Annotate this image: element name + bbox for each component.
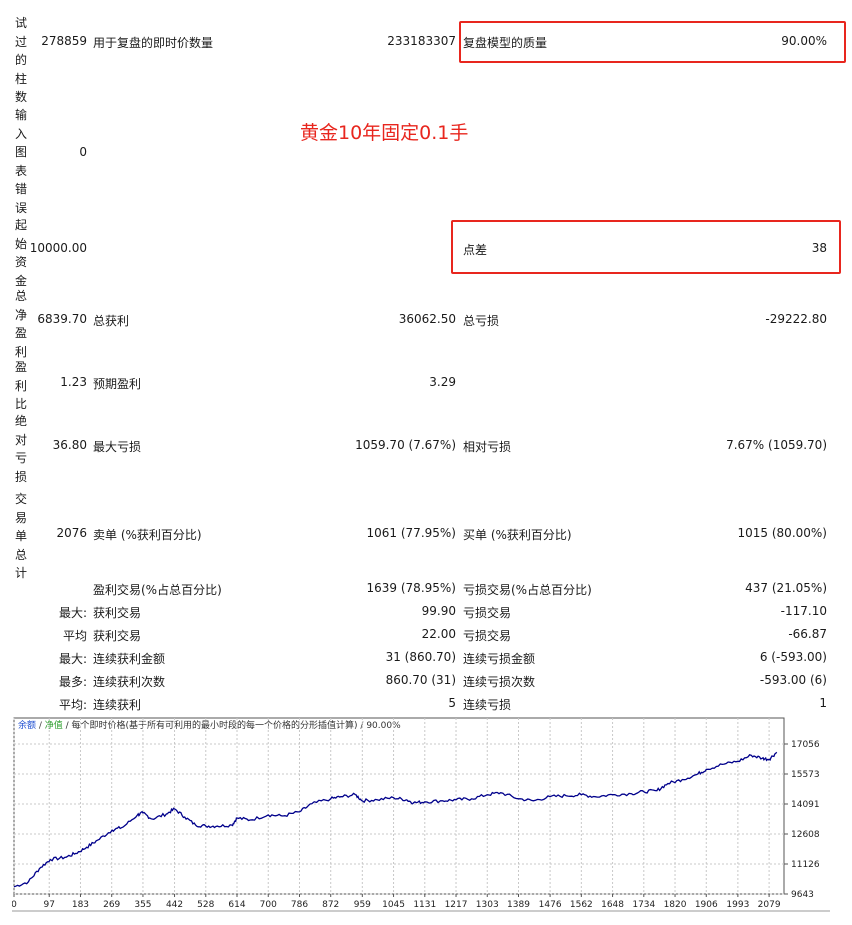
x-tick-label: 1389 xyxy=(507,900,530,910)
y-tick-label: 15573 xyxy=(791,770,820,780)
x-tick-label: 786 xyxy=(291,900,308,910)
mismatched-errors-label: 输入图表错误 xyxy=(14,108,27,215)
x-tick-label: 959 xyxy=(354,900,371,910)
max-consec-loss-count-value: -593.00 (6) xyxy=(759,673,827,687)
avg-consec-wins-label: 连续获利 xyxy=(93,698,142,712)
avg-consec-losses-label: 连续亏损 xyxy=(463,698,512,712)
largest-loss-value: -117.10 xyxy=(780,604,827,618)
x-tick-label: 2079 xyxy=(758,900,781,910)
y-tick-label: 12608 xyxy=(791,830,820,840)
x-tick-label: 872 xyxy=(322,900,339,910)
y-tick-label: 14091 xyxy=(791,800,820,810)
maximal-drawdown-label: 最大亏损 xyxy=(93,440,142,454)
average-loss-label: 亏损交易 xyxy=(463,629,512,643)
loss-trades-label: 亏损交易(%占总百分比) xyxy=(463,583,592,597)
max-consec-wins-amount-label: 连续获利金额 xyxy=(93,652,166,666)
x-tick-label: 1476 xyxy=(539,900,562,910)
mismatched-errors-value: 0 xyxy=(79,145,87,159)
max-consec-losses-amount-value: 6 (-593.00) xyxy=(759,650,827,664)
loss-trades-value: 437 (21.05%) xyxy=(745,581,827,595)
x-tick-label: 1562 xyxy=(570,900,593,910)
initial-deposit-label: 起始资金 xyxy=(14,218,27,288)
bars-tested-value: 278859 xyxy=(41,34,87,48)
profit-factor-value: 1.23 xyxy=(60,375,87,389)
expected-payoff-label: 预期盈利 xyxy=(93,377,142,391)
x-tick-label: 269 xyxy=(103,900,120,910)
spread-value: 38 xyxy=(811,241,827,255)
average-profit-value: 22.00 xyxy=(421,627,456,641)
gross-profit-label: 总获利 xyxy=(93,314,130,328)
total-net-profit-label: 总净盈利 xyxy=(14,289,27,359)
total-net-profit-value: 6839.70 xyxy=(37,312,87,326)
x-tick-label: 1131 xyxy=(413,900,436,910)
y-tick-label: 17056 xyxy=(791,740,820,750)
average-loss-value: -66.87 xyxy=(788,627,827,641)
relative-drawdown-label: 相对亏损 xyxy=(463,440,512,454)
x-tick-label: 700 xyxy=(260,900,277,910)
x-tick-label: 1993 xyxy=(726,900,749,910)
x-tick-label: 1648 xyxy=(601,900,624,910)
max-consec-losses-amount-label: 连续亏损金额 xyxy=(463,652,536,666)
x-tick-label: 442 xyxy=(166,900,183,910)
ticks-modelled-value: 233183307 xyxy=(387,34,456,48)
annotation-title: 黄金10年固定0.1手 xyxy=(300,122,469,144)
profit-trades-label: 盈利交易(%占总百分比) xyxy=(93,583,222,597)
x-tick-label: 1045 xyxy=(382,900,405,910)
bars-tested-label: 试过的柱数 xyxy=(14,16,27,104)
profit-factor-label: 盈利比 xyxy=(14,360,27,411)
largest-loss-label: 亏损交易 xyxy=(463,606,512,620)
x-tick-label: 1217 xyxy=(445,900,468,910)
gross-profit-value: 36062.50 xyxy=(398,312,456,326)
spread-label: 点差 xyxy=(463,243,488,257)
absolute-drawdown-value: 36.80 xyxy=(52,438,87,452)
x-tick-label: 355 xyxy=(134,900,151,910)
modelling-quality-label: 复盘模型的质量 xyxy=(463,36,548,50)
max-consec-prefix: 最大: xyxy=(58,652,87,666)
avg-consec-losses-value: 1 xyxy=(819,696,827,710)
x-tick-label: 1734 xyxy=(632,900,655,910)
x-tick-label: 614 xyxy=(228,900,245,910)
long-positions-value: 1015 (80.00%) xyxy=(737,526,827,540)
gross-loss-label: 总亏损 xyxy=(463,314,500,328)
x-tick-label: 1820 xyxy=(664,900,687,910)
total-trades-value: 2076 xyxy=(56,526,87,540)
x-tick-label: 528 xyxy=(197,900,214,910)
gross-loss-value: -29222.80 xyxy=(765,312,827,326)
avg-consec-wins-value: 5 xyxy=(448,696,456,710)
chart-legend: 余额 / 净值 / 每个即时价格(基于所有可利用的最小时段的每一个价格的分形插值… xyxy=(18,719,401,731)
spread-highlight xyxy=(451,220,841,274)
x-tick-label: 183 xyxy=(72,900,89,910)
largest-prefix: 最大: xyxy=(58,606,87,620)
average-prefix: 平均 xyxy=(62,629,87,643)
most-prefix: 最多: xyxy=(58,675,87,689)
max-consec-profit-count-value: 860.70 (31) xyxy=(385,673,456,687)
largest-profit-value: 99.90 xyxy=(421,604,456,618)
max-consec-loss-count-label: 连续亏损次数 xyxy=(463,675,536,689)
x-tick-label: 1906 xyxy=(695,900,718,910)
x-tick-label: 1303 xyxy=(476,900,499,910)
x-tick-label: 0 xyxy=(12,900,17,910)
balance-chart: 余额 / 净值 / 每个即时价格(基于所有可利用的最小时段的每一个价格的分形插值… xyxy=(12,717,830,912)
maximal-drawdown-value: 1059.70 (7.67%) xyxy=(355,438,456,452)
short-positions-label: 卖单 (%获利百分比) xyxy=(93,528,202,542)
largest-profit-label: 获利交易 xyxy=(93,606,142,620)
short-positions-value: 1061 (77.95%) xyxy=(366,526,456,540)
x-tick-label: 97 xyxy=(44,900,55,910)
modelling-quality-value: 90.00% xyxy=(781,34,827,48)
total-trades-label: 交易单总计 xyxy=(14,492,27,580)
max-consec-profit-count-label: 连续获利次数 xyxy=(93,675,166,689)
expected-payoff-value: 3.29 xyxy=(429,375,456,389)
avg-consec-prefix: 平均: xyxy=(58,698,87,712)
y-tick-label: 11126 xyxy=(791,860,820,870)
profit-trades-value: 1639 (78.95%) xyxy=(366,581,456,595)
long-positions-label: 买单 (%获利百分比) xyxy=(463,528,572,542)
absolute-drawdown-label: 绝对亏损 xyxy=(14,414,27,484)
ticks-modelled-label: 用于复盘的即时价数量 xyxy=(93,36,214,50)
initial-deposit-value: 10000.00 xyxy=(29,241,87,255)
average-profit-label: 获利交易 xyxy=(93,629,142,643)
y-tick-label: 9643 xyxy=(791,890,814,900)
max-consec-wins-amount-value: 31 (860.70) xyxy=(385,650,456,664)
relative-drawdown-value: 7.67% (1059.70) xyxy=(726,438,827,452)
